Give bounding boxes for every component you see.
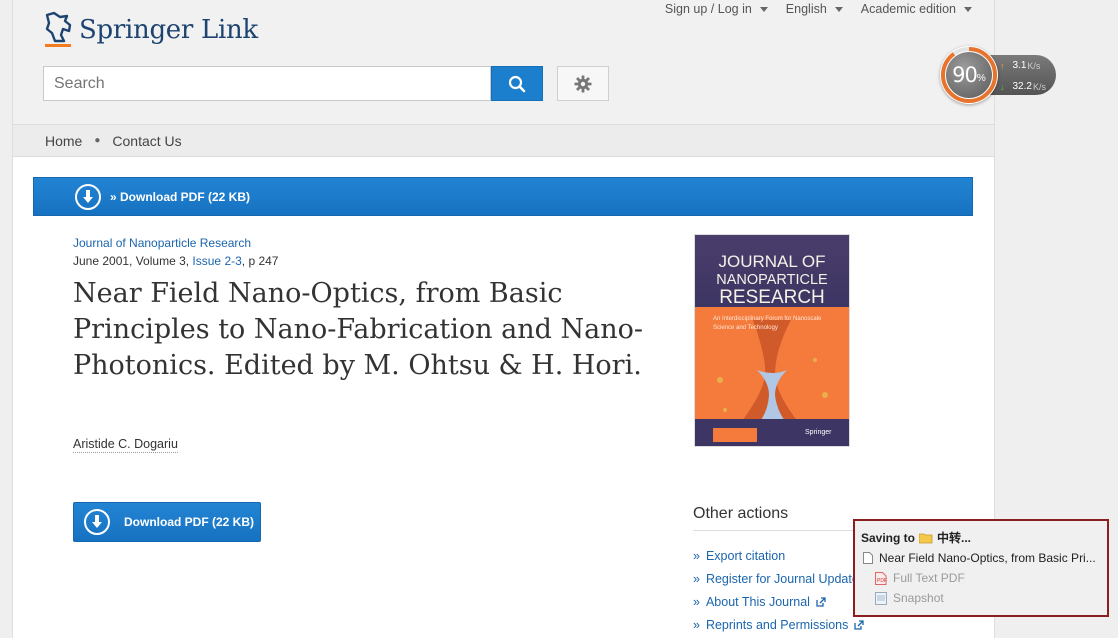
- save-to-popup: Saving to 中转... Near Field Nano-Optics, …: [853, 519, 1109, 617]
- journal-cover-image[interactable]: JOURNAL OF NANOPARTICLE RESEARCH An Inte…: [694, 234, 850, 447]
- nav-item-contact-us[interactable]: Contact Us: [112, 133, 181, 149]
- download-icon: [75, 183, 101, 210]
- article-meta: June 2001, Volume 3, Issue 2-3, p 247: [73, 254, 279, 268]
- download-speed: ↓ 32.2 K/s: [1000, 81, 1046, 92]
- springer-horse-icon: [45, 11, 72, 47]
- site-header: Springer Link Sign up / Log in English A…: [13, 0, 994, 124]
- author-link[interactable]: Aristide C. Dogariu: [73, 437, 178, 453]
- cover-label-tag: [713, 428, 757, 442]
- action-about-journal[interactable]: » About This Journal: [693, 590, 865, 613]
- utility-nav: Sign up / Log in English Academic editio…: [665, 2, 972, 16]
- download-button-label: Download PDF (22 KB): [124, 515, 255, 529]
- chevron-down-icon: [964, 6, 972, 12]
- download-arrow-icon: ↓: [1000, 81, 1005, 92]
- chevron-down-icon: [759, 6, 768, 12]
- cover-subtitle: An Interdisciplinary Forum for Nanoscale…: [713, 316, 822, 331]
- page: Springer Link Sign up / Log in English A…: [12, 0, 995, 638]
- action-export-citation[interactable]: » Export citation: [693, 544, 865, 567]
- popup-item-snapshot[interactable]: Snapshot: [875, 591, 944, 605]
- download-icon: [84, 509, 110, 535]
- gear-icon: [574, 75, 592, 92]
- action-reprints-permissions[interactable]: » Reprints and Permissions: [693, 613, 865, 636]
- external-link-icon: [816, 596, 826, 607]
- upload-speed: ↑ 3.1 K/s: [1000, 60, 1041, 71]
- search-button[interactable]: [491, 66, 543, 101]
- download-pdf-button[interactable]: Download PDF (22 KB): [73, 502, 261, 542]
- memory-gauge: 90%: [940, 46, 998, 104]
- cover-title: JOURNAL OF NANOPARTICLE RESEARCH: [716, 252, 828, 308]
- journal-link[interactable]: Journal of Nanoparticle Research: [73, 236, 251, 250]
- edition-menu[interactable]: Academic edition: [861, 2, 972, 16]
- signup-login-menu[interactable]: Sign up / Log in: [665, 2, 768, 16]
- external-link-icon: [854, 619, 865, 630]
- chevron-down-icon: [834, 6, 843, 12]
- download-pdf-banner[interactable]: » Download PDF (22 KB): [33, 177, 973, 216]
- document-icon: [863, 552, 873, 564]
- popup-item-full-text-pdf[interactable]: PDF Full Text PDF: [875, 571, 965, 585]
- svg-text:PDF: PDF: [877, 578, 887, 584]
- banner-download-label: » Download PDF (22 KB): [110, 189, 251, 204]
- popup-folder-name[interactable]: 中转...: [937, 529, 971, 546]
- springer-logo[interactable]: Springer Link: [41, 10, 258, 50]
- cover-publisher: Springer: [805, 429, 832, 436]
- language-menu[interactable]: English: [786, 2, 843, 16]
- article-title: Near Field Nano-Optics, from Basic Princ…: [73, 278, 643, 381]
- search-options-button[interactable]: [557, 66, 609, 101]
- action-register-journal-updates[interactable]: » Register for Journal Updates: [693, 567, 865, 590]
- logo-wordmark: Springer Link: [79, 15, 258, 45]
- search-bar: [43, 66, 543, 101]
- other-actions-list: » Export citation » Register for Journal U…: [693, 544, 865, 636]
- popup-item-title[interactable]: Near Field Nano-Optics, from Basic Pri..…: [863, 551, 1096, 565]
- other-actions-heading: Other actions: [693, 505, 789, 522]
- upload-arrow-icon: ↑: [1000, 60, 1005, 71]
- popup-title: Saving to 中转...: [861, 529, 972, 546]
- cover-artwork: [717, 320, 828, 430]
- main-nav: Home ● Contact Us: [13, 124, 994, 157]
- nav-item-home[interactable]: Home: [45, 133, 82, 149]
- pdf-icon: PDF: [875, 571, 887, 585]
- search-icon: [508, 75, 526, 92]
- search-input[interactable]: [43, 66, 491, 101]
- network-speed-widget[interactable]: ↑ 3.1 K/s ↓ 32.2 K/s 90%: [940, 46, 1057, 104]
- nav-separator: ●: [94, 135, 101, 146]
- snapshot-icon: [875, 591, 887, 605]
- issue-link[interactable]: Issue 2-3: [192, 254, 241, 268]
- gauge-readout: 90%: [946, 52, 992, 98]
- folder-icon: [919, 533, 933, 543]
